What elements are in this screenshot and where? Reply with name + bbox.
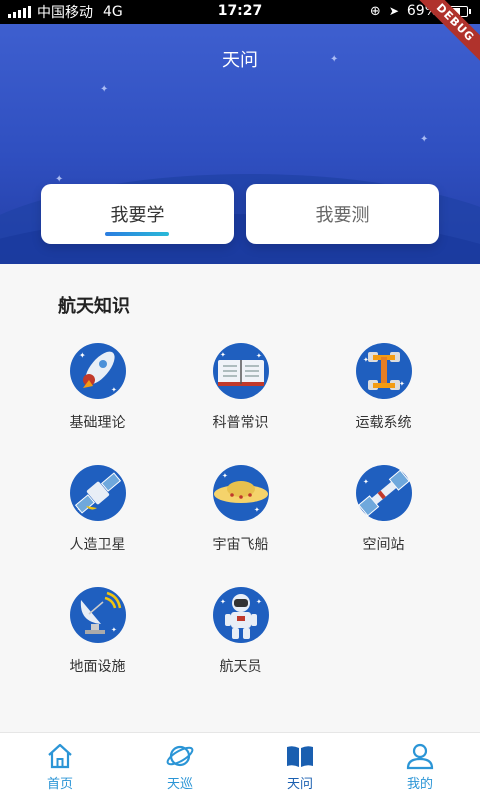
grid-item-label: 航天员 <box>219 659 262 675</box>
grid-item-label: 基础理论 <box>69 415 126 431</box>
sparkle-icon: ✦ <box>100 84 109 95</box>
rotation-lock-icon: ⊕ <box>369 3 381 19</box>
home-icon <box>48 743 72 769</box>
active-tab-indicator <box>105 232 169 236</box>
radar-dish-icon: ✦ <box>69 587 126 643</box>
grid-item-label: 人造卫星 <box>69 537 126 553</box>
grid-item-basic-theory[interactable]: ✦ ✦ 基础理论 <box>26 342 169 446</box>
svg-text:✦: ✦ <box>256 598 262 606</box>
grid-item-label: 空间站 <box>362 537 405 553</box>
book-icon: ✦ ✦ <box>212 343 269 399</box>
svg-text:✦: ✦ <box>220 351 226 359</box>
section-title: 航天知识 <box>58 296 130 317</box>
launch-tower-icon: ✦ ✦ <box>355 343 412 399</box>
spaceship-icon: ✦ ✦ <box>212 465 269 521</box>
carrier-name: 中国移动 <box>37 5 93 21</box>
tab-learn[interactable]: 我要学 <box>41 184 234 244</box>
user-icon <box>406 743 434 770</box>
svg-text:✦: ✦ <box>254 506 260 514</box>
svg-text:✦: ✦ <box>111 626 117 634</box>
grid-item-label: 宇宙飞船 <box>212 537 269 553</box>
nav-explore[interactable]: 天巡 <box>120 733 240 800</box>
grid-item-label: 地面设施 <box>69 659 126 675</box>
tab-test[interactable]: 我要测 <box>246 184 439 244</box>
space-station-icon: ✦ <box>355 465 412 521</box>
network-type: 4G <box>103 4 123 20</box>
svg-text:✦: ✦ <box>222 472 228 480</box>
svg-text:✦: ✦ <box>79 351 86 360</box>
grid-item-spaceship[interactable]: ✦ ✦ 宇宙飞船 <box>169 464 312 568</box>
grid-item-label: 科普常识 <box>212 415 269 431</box>
grid-item-popular-science[interactable]: ✦ ✦ 科普常识 <box>169 342 312 446</box>
knowledge-section: 航天知识 ✦ ✦ 基础理论 ✦ ✦ 科普常识 ✦ ✦ 运载系统 人造卫星 ✦ ✦… <box>0 264 480 732</box>
grid-item-launch-system[interactable]: ✦ ✦ 运载系统 <box>312 342 455 446</box>
tab-learn-label: 我要学 <box>110 205 165 226</box>
tab-test-label: 我要测 <box>315 205 370 226</box>
sparkle-icon: ✦ <box>420 134 429 145</box>
rocket-icon: ✦ ✦ <box>69 343 126 399</box>
svg-text:✦: ✦ <box>256 352 262 360</box>
grid-item-astronaut[interactable]: ✦ ✦ 航天员 <box>169 586 312 690</box>
knowledge-grid: ✦ ✦ 基础理论 ✦ ✦ 科普常识 ✦ ✦ 运载系统 人造卫星 ✦ ✦ 宇宙飞船… <box>26 342 456 690</box>
page-title: 天问 <box>222 50 258 71</box>
nav-label: 天巡 <box>166 777 193 792</box>
grid-item-label: 运载系统 <box>355 415 412 431</box>
location-icon: ➤ <box>388 4 399 18</box>
open-book-icon <box>287 746 313 767</box>
nav-label: 天问 <box>286 777 313 792</box>
nav-mine[interactable]: 我的 <box>360 733 480 800</box>
header: ✦ ✦ ✦ ✦ 天问 我要学 我要测 <box>0 24 480 264</box>
nav-label: 我的 <box>406 777 433 792</box>
signal-icon <box>8 6 31 18</box>
bottom-nav: 首页 天巡 天问 我的 <box>0 732 480 800</box>
svg-text:✦: ✦ <box>363 478 369 486</box>
satellite-icon: ✦ ✦ <box>69 465 126 521</box>
astronaut-icon: ✦ ✦ <box>212 587 269 643</box>
nav-label: 首页 <box>46 777 73 792</box>
grid-item-space-station[interactable]: ✦ 空间站 <box>312 464 455 568</box>
grid-item-satellite[interactable]: ✦ ✦ 人造卫星 <box>26 464 169 568</box>
nav-home[interactable]: 首页 <box>0 733 120 800</box>
planet-icon <box>166 745 194 767</box>
nav-tianwen[interactable]: 天问 <box>240 733 360 800</box>
status-bar: 中国移动 4G 17:27 ⊕ ➤ 69% <box>0 0 480 24</box>
svg-text:✦: ✦ <box>220 598 226 606</box>
grid-item-ground-facility[interactable]: ✦ 地面设施 <box>26 586 169 690</box>
svg-text:✦: ✦ <box>111 386 117 394</box>
